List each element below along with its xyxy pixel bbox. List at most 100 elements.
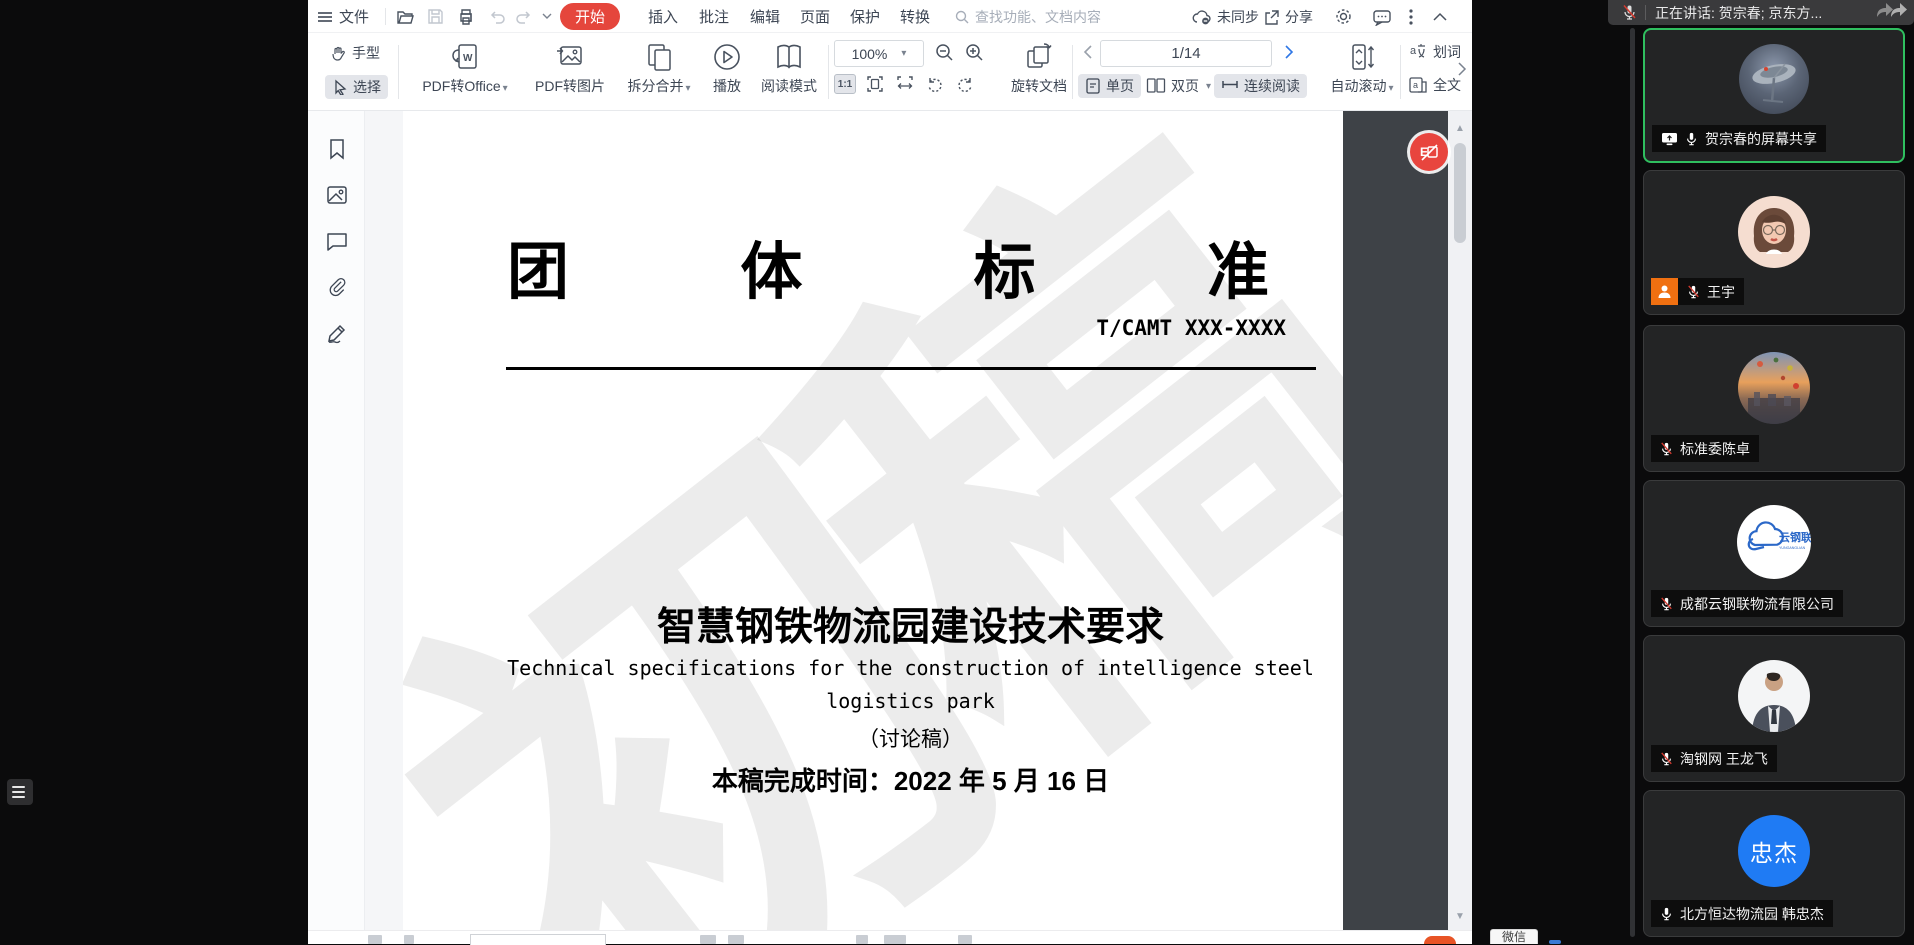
statusbar-icon[interactable] bbox=[404, 935, 414, 944]
comments-button[interactable] bbox=[325, 229, 349, 253]
participant-name-bar: 成都云钢联物流有限公司 bbox=[1651, 590, 1843, 617]
continuous-read-button[interactable]: 连续阅读 bbox=[1214, 74, 1307, 98]
tab-protect[interactable]: 保护 bbox=[850, 0, 880, 33]
expand-toolbar-button[interactable] bbox=[1456, 61, 1468, 77]
avatar bbox=[1738, 352, 1810, 424]
tab-page[interactable]: 页面 bbox=[800, 0, 830, 33]
cursor-icon bbox=[332, 79, 348, 95]
image-icon bbox=[325, 183, 349, 207]
open-book-icon bbox=[772, 41, 806, 73]
draft-note: （讨论稿） bbox=[503, 723, 1318, 753]
fit-width-button[interactable] bbox=[894, 74, 916, 94]
play-button[interactable]: 播放 bbox=[704, 41, 750, 96]
input-language-badge[interactable]: E bbox=[1410, 133, 1448, 171]
divider bbox=[385, 8, 386, 25]
pdf-to-office-button[interactable]: W PDF转Office▾ bbox=[408, 41, 522, 96]
statusbar-icon[interactable] bbox=[856, 935, 868, 944]
split-merge-button[interactable]: 拆分合并▾ bbox=[616, 41, 702, 96]
vertical-scrollbar[interactable]: ▲ ▼ bbox=[1448, 111, 1472, 930]
tab-convert[interactable]: 转换 bbox=[900, 0, 930, 33]
svg-text:云钢联: 云钢联 bbox=[1779, 530, 1811, 544]
rotate-right-button[interactable] bbox=[954, 74, 976, 94]
statusbar-icon[interactable] bbox=[368, 935, 382, 944]
read-mode-button[interactable]: 阅读模式 bbox=[752, 41, 826, 96]
viewer-background bbox=[1343, 111, 1448, 930]
full-text-translate-button[interactable]: a 全文 bbox=[1408, 75, 1461, 95]
search-input[interactable] bbox=[975, 9, 1145, 25]
tab-home[interactable]: 开始 bbox=[560, 0, 620, 33]
zoom-in-button[interactable] bbox=[964, 42, 985, 63]
tab-comment[interactable]: 批注 bbox=[699, 0, 729, 33]
more-commands-button[interactable] bbox=[541, 0, 553, 33]
divider bbox=[398, 45, 399, 99]
zoom-level-select[interactable]: 100% ▾ bbox=[834, 40, 924, 67]
share-button[interactable]: 分享 bbox=[1263, 0, 1313, 33]
paperclip-icon bbox=[325, 275, 349, 299]
mic-muted-icon bbox=[1660, 596, 1673, 612]
banner-window-controls[interactable] bbox=[1870, 2, 1910, 24]
settings-button[interactable] bbox=[1334, 0, 1353, 33]
participant-tile[interactable]: 贺宗春的屏幕共享 bbox=[1643, 28, 1905, 163]
tab-insert[interactable]: 插入 bbox=[648, 0, 678, 33]
statusbar-icon[interactable] bbox=[884, 935, 906, 944]
bookmarks-button[interactable] bbox=[325, 137, 349, 161]
taskbar-app-icon-partial[interactable] bbox=[1424, 936, 1456, 944]
statusbar-icon[interactable] bbox=[958, 935, 972, 944]
participant-name-bar: 贺宗春的屏幕共享 bbox=[1652, 125, 1826, 152]
participant-tile[interactable]: 王宇 bbox=[1643, 170, 1905, 315]
dropdown-caret: ▾ bbox=[901, 48, 906, 59]
pdf-to-image-button[interactable]: PDF转图片 bbox=[522, 41, 618, 96]
conference-title-bar[interactable]: 正在讲话: 贺宗春; 京东方... bbox=[1608, 0, 1914, 25]
double-page-button[interactable]: 双页▾ bbox=[1146, 76, 1211, 96]
participant-tile[interactable]: 忠杰 北方恒达物流园 韩忠杰 bbox=[1643, 790, 1905, 937]
collapse-toolbar-button[interactable] bbox=[1432, 0, 1448, 33]
comment-icon bbox=[325, 229, 349, 253]
statusbar-icon[interactable] bbox=[700, 935, 716, 944]
participant-tile[interactable]: 淘钢网 王龙飞 bbox=[1643, 635, 1905, 782]
undo-button[interactable] bbox=[488, 0, 507, 33]
rotate-left-button[interactable] bbox=[924, 74, 946, 94]
dropdown-caret: ▾ bbox=[1206, 81, 1211, 92]
outline-toggle-button[interactable] bbox=[7, 779, 33, 805]
print-button[interactable] bbox=[456, 0, 476, 33]
scroll-down-arrow[interactable]: ▼ bbox=[1448, 911, 1472, 922]
scroll-up-arrow[interactable]: ▲ bbox=[1448, 123, 1472, 134]
prev-page-button[interactable] bbox=[1081, 43, 1095, 61]
hamburger-icon bbox=[316, 8, 334, 26]
scrollbar-thumb[interactable] bbox=[1454, 143, 1466, 243]
participant-tile[interactable]: 云钢联 YUNGANGLIAN 成都云钢联物流有限公司 bbox=[1643, 480, 1905, 627]
mic-muted-icon bbox=[1687, 284, 1700, 300]
rotate-document-button[interactable]: 旋转文档 bbox=[998, 41, 1080, 96]
page-indicator[interactable]: 1/14 bbox=[1100, 40, 1272, 67]
hand-tool-button[interactable]: 手型 bbox=[330, 43, 380, 63]
actual-size-button[interactable]: 1:1 bbox=[834, 74, 856, 94]
attachments-button[interactable] bbox=[325, 275, 349, 299]
search-box[interactable] bbox=[954, 0, 1145, 33]
wechat-taskbar-label[interactable]: 微信 bbox=[1490, 929, 1538, 944]
next-page-button[interactable] bbox=[1282, 43, 1296, 61]
zoom-out-button[interactable] bbox=[934, 42, 955, 63]
auto-scroll-button[interactable]: 自动滚动▾ bbox=[1322, 41, 1402, 96]
sync-status-button[interactable]: 未同步 bbox=[1192, 0, 1259, 33]
share-icon bbox=[1263, 8, 1281, 26]
participant-list-scrollbar[interactable] bbox=[1630, 28, 1635, 937]
select-tool-button[interactable]: 选择 bbox=[325, 75, 388, 99]
open-file-button[interactable] bbox=[395, 0, 415, 33]
fit-page-button[interactable] bbox=[864, 74, 886, 94]
save-button[interactable] bbox=[426, 0, 445, 33]
single-page-button[interactable]: 单页 bbox=[1078, 74, 1141, 98]
pdf-app-window: 文件 开始 插入 批注 编辑 页面 保护 转换 bbox=[308, 0, 1472, 944]
main-menu-button[interactable]: 文件 bbox=[316, 0, 369, 33]
redo-button[interactable] bbox=[514, 0, 533, 33]
word-pick-translate-button[interactable]: a 划词 bbox=[1408, 42, 1461, 62]
statusbar-icon[interactable] bbox=[728, 935, 744, 944]
tab-edit[interactable]: 编辑 bbox=[750, 0, 780, 33]
zoom-level-value: 100% bbox=[852, 46, 888, 62]
statusbar-input[interactable] bbox=[470, 934, 606, 945]
divider bbox=[828, 45, 829, 99]
signature-button[interactable] bbox=[325, 321, 349, 345]
feedback-button[interactable] bbox=[1372, 0, 1392, 33]
thumbnails-button[interactable] bbox=[325, 183, 349, 207]
more-options-button[interactable] bbox=[1408, 0, 1414, 33]
participant-tile[interactable]: 标准委陈卓 bbox=[1643, 325, 1905, 472]
